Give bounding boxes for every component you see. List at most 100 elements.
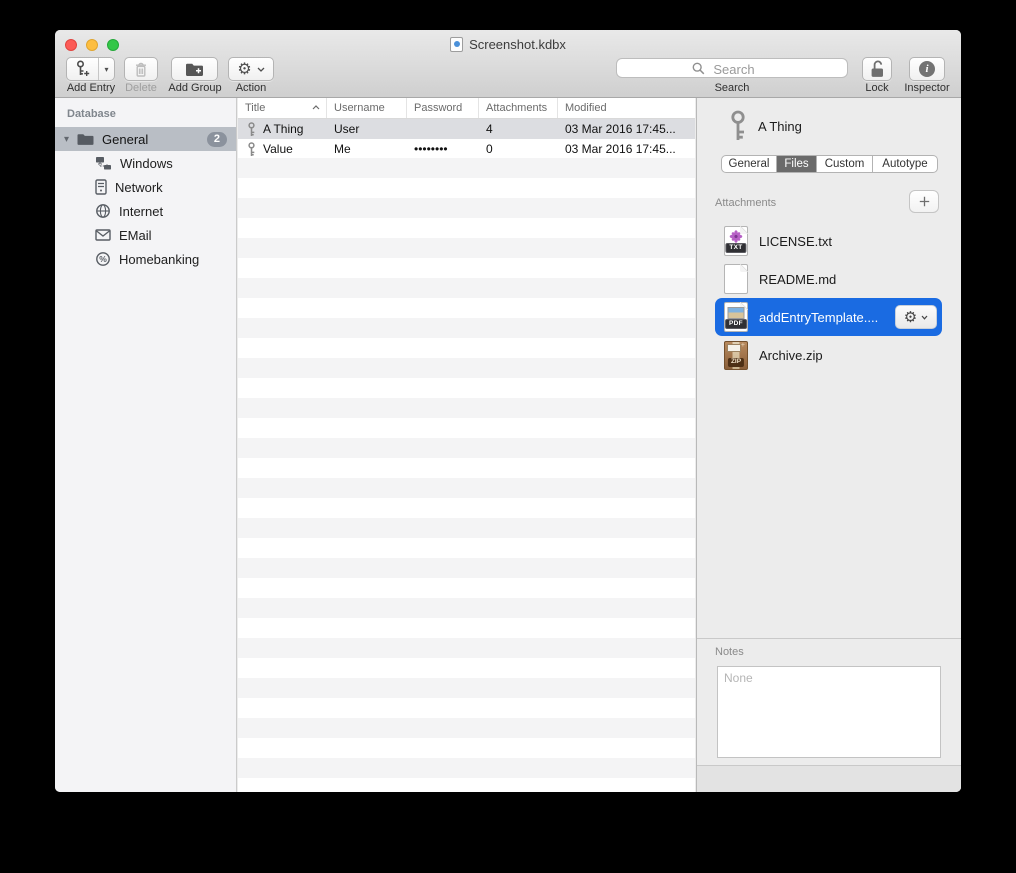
inspector-tabs: General Files Custom Autotype [721, 155, 938, 173]
info-icon: i [919, 61, 935, 77]
add-entry-dropdown-arrow-icon[interactable]: ▾ [99, 58, 114, 80]
envelope-icon [95, 229, 111, 241]
attachment-row-template[interactable]: PDF addEntryTemplate.... ⚙ [715, 298, 942, 336]
attachments-label: Attachments [715, 197, 776, 209]
sidebar-item-general[interactable]: ▾ General 2 [55, 127, 236, 151]
add-attachment-button[interactable] [909, 190, 939, 213]
table-row[interactable]: Value Me •••••••• 0 03 Mar 2016 17:45... [238, 139, 695, 159]
entry-count-badge: 2 [207, 132, 227, 147]
inspector-panel: A Thing General Files Custom Autotype At… [696, 98, 961, 792]
attachment-row-readme[interactable]: README.md [715, 260, 942, 298]
cell-username: Me [327, 142, 407, 156]
sidebar-item-label: EMail [119, 228, 152, 243]
folder-plus-icon [185, 62, 204, 77]
search-label: Search [715, 82, 750, 94]
column-header-title[interactable]: Title [238, 98, 327, 118]
cell-username: User [327, 122, 407, 136]
column-header-attachments[interactable]: Attachments [479, 98, 558, 118]
pdf-file-icon: PDF [724, 302, 748, 332]
delete-label: Delete [125, 82, 157, 94]
globe-icon [95, 203, 111, 219]
key-icon [247, 122, 256, 137]
inspector-button[interactable]: i [909, 57, 945, 81]
md-file-icon [724, 264, 748, 294]
cell-password: •••••••• [407, 142, 479, 156]
add-entry-label: Add Entry [67, 82, 115, 94]
attachment-action-button[interactable]: ⚙ [895, 305, 937, 329]
percent-icon: % [95, 251, 111, 267]
disclosure-triangle-icon[interactable]: ▾ [64, 134, 69, 145]
column-header-modified[interactable]: Modified [558, 98, 695, 118]
cell-attachments: 4 [479, 122, 558, 136]
lock-button[interactable] [862, 57, 892, 81]
document-proxy-icon[interactable] [450, 37, 463, 52]
plus-icon [919, 196, 930, 207]
open-padlock-icon [870, 60, 885, 78]
attachment-name: LICENSE.txt [759, 234, 832, 249]
sidebar-item-label: Homebanking [119, 252, 199, 267]
attachment-row-archive[interactable]: + ZIP Archive.zip [715, 336, 942, 374]
tab-autotype[interactable]: Autotype [873, 156, 937, 172]
gear-icon: ⚙ [904, 310, 917, 325]
attachment-name: README.md [759, 272, 836, 287]
add-entry-button[interactable]: ▾ [66, 57, 115, 81]
svg-text:%: % [99, 254, 107, 264]
folder-icon [77, 133, 94, 146]
window-title: Screenshot.kdbx [469, 37, 566, 52]
notes-label: Notes [715, 646, 744, 658]
cell-title: A Thing [263, 122, 303, 136]
tab-custom[interactable]: Custom [817, 156, 873, 172]
empty-rows-stripes [238, 158, 695, 792]
sidebar-item-label: General [102, 132, 148, 147]
sidebar-item-label: Network [115, 180, 163, 195]
window-title-area: Screenshot.kdbx [55, 35, 961, 52]
cell-modified: 03 Mar 2016 17:45... [558, 142, 695, 156]
notes-textarea[interactable] [717, 666, 941, 758]
app-window: Screenshot.kdbx ▾ Add Entry [55, 30, 961, 792]
table-header: Title Username Password Attachments Modi… [238, 98, 695, 119]
txt-file-icon: TXT [724, 226, 748, 256]
attachment-row-license[interactable]: TXT LICENSE.txt [715, 222, 942, 260]
chevron-down-icon [921, 315, 928, 320]
sidebar-item-label: Windows [120, 156, 173, 171]
divider [697, 638, 961, 639]
sidebar-item-internet[interactable]: Internet [55, 199, 236, 223]
entry-table: Title Username Password Attachments Modi… [238, 98, 695, 792]
sort-ascending-icon [312, 105, 320, 110]
search-input[interactable] [617, 59, 851, 79]
key-icon [247, 142, 256, 157]
table-row[interactable]: A Thing User 4 03 Mar 2016 17:45... [238, 119, 695, 139]
attachment-name: addEntryTemplate.... [759, 310, 878, 325]
column-header-password[interactable]: Password [407, 98, 479, 118]
sidebar: Database ▾ General 2 Windows [55, 98, 237, 792]
delete-button[interactable] [124, 57, 158, 81]
cell-attachments: 0 [479, 142, 558, 156]
cell-modified: 03 Mar 2016 17:45... [558, 122, 695, 136]
sidebar-item-homebanking[interactable]: % Homebanking [55, 247, 236, 271]
attachment-name: Archive.zip [759, 348, 823, 363]
add-group-button[interactable] [171, 57, 218, 81]
column-header-username[interactable]: Username [327, 98, 407, 118]
key-icon [728, 110, 748, 142]
windows-network-icon [95, 156, 112, 170]
attachment-list: TXT LICENSE.txt README.md [715, 222, 942, 374]
key-plus-icon[interactable] [67, 58, 99, 80]
zip-file-icon: + ZIP [724, 341, 748, 370]
server-icon [95, 179, 107, 195]
search-field[interactable] [616, 58, 848, 78]
sidebar-item-email[interactable]: EMail [55, 223, 236, 247]
tab-general[interactable]: General [722, 156, 777, 172]
inspector-bottom-bar [697, 765, 961, 792]
chevron-down-icon [257, 67, 265, 72]
sidebar-item-label: Internet [119, 204, 163, 219]
action-button[interactable]: ⚙ [228, 57, 274, 81]
sidebar-item-network[interactable]: Network [55, 175, 236, 199]
tab-files[interactable]: Files [777, 156, 817, 172]
trash-icon [134, 61, 148, 78]
sidebar-item-windows[interactable]: Windows [55, 151, 236, 175]
sidebar-header: Database [67, 108, 236, 120]
lock-label: Lock [865, 82, 888, 94]
gear-icon: ⚙ [237, 61, 251, 77]
cell-title: Value [263, 142, 293, 156]
inspector-entry-title: A Thing [758, 119, 802, 134]
